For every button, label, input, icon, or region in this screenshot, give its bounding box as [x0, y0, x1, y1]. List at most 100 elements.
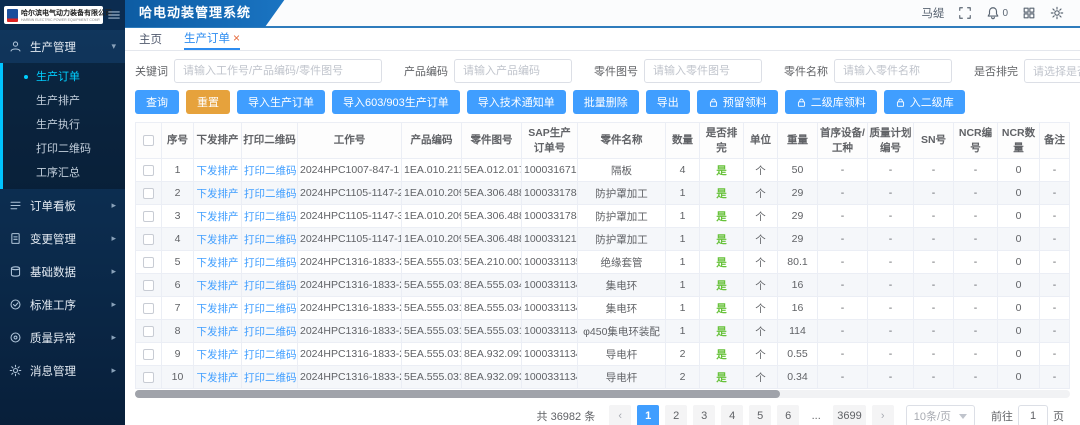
cell-sap-no-cell: 10003311350 — [522, 251, 578, 274]
print-qrcode-link[interactable]: 打印二维码 — [244, 211, 297, 223]
page-size-select[interactable]: 10条/页 — [906, 405, 975, 425]
sidebar-group-message-management[interactable]: 消息管理▸ — [0, 354, 125, 387]
row-checkbox[interactable] — [143, 234, 154, 245]
chevron-down-icon — [959, 414, 967, 419]
current-username[interactable]: 马缇 — [921, 5, 944, 21]
row-checkbox[interactable] — [143, 165, 154, 176]
fullscreen-icon[interactable] — [958, 6, 972, 20]
issue-scheduling-link[interactable]: 下发排产 — [197, 303, 239, 315]
more-pages-icon[interactable]: ... — [805, 405, 827, 425]
export-button[interactable]: 导出 — [646, 90, 690, 114]
cell-ncr-qty-cell: 0 — [998, 182, 1040, 205]
goto-page-input[interactable] — [1018, 405, 1048, 425]
batch-delete-button[interactable]: 批量删除 — [573, 90, 639, 114]
select-all-checkbox[interactable] — [143, 135, 154, 146]
issue-scheduling-link[interactable]: 下发排产 — [197, 257, 239, 269]
sidebar-item-production-execution[interactable]: 生产执行 — [3, 113, 125, 137]
issue-scheduling-link[interactable]: 下发排产 — [197, 280, 239, 292]
row-checkbox[interactable] — [143, 257, 154, 268]
print-qrcode-link[interactable]: 打印二维码 — [244, 165, 297, 177]
part-drawing-no-input[interactable] — [644, 59, 762, 83]
cell-scheduled: 是 — [716, 257, 727, 269]
search-button[interactable]: 查询 — [135, 90, 179, 114]
close-tab-icon[interactable]: × — [233, 31, 240, 45]
print-qrcode-link[interactable]: 打印二维码 — [244, 326, 297, 338]
chevron-right-icon: ▸ — [111, 332, 116, 343]
page-button-2[interactable]: 2 — [665, 405, 687, 425]
reset-button[interactable]: 重置 — [186, 90, 230, 114]
import-603-903-order-button[interactable]: 导入603/903生产订单 — [332, 90, 460, 114]
prev-page-button[interactable]: ‹ — [609, 405, 631, 425]
apps-grid-icon[interactable] — [1022, 6, 1036, 20]
cell-remark: - — [1053, 348, 1057, 360]
cell-sap-no: 10003317841 — [524, 210, 578, 222]
issue-scheduling-link[interactable]: 下发排产 — [197, 211, 239, 223]
horizontal-scrollbar-thumb[interactable] — [135, 390, 780, 398]
print-qrcode-link[interactable]: 打印二维码 — [244, 257, 297, 269]
import-tech-notice-button[interactable]: 导入技术通知单 — [467, 90, 566, 114]
sidebar-group-basic-data[interactable]: 基础数据▸ — [0, 255, 125, 288]
tab-home[interactable]: 主页 — [139, 28, 162, 50]
reserve-material-button[interactable]: 预留领料 — [697, 90, 778, 114]
print-qrcode-link[interactable]: 打印二维码 — [244, 188, 297, 200]
page-button-6[interactable]: 6 — [777, 405, 799, 425]
print-qrcode-link[interactable]: 打印二维码 — [244, 303, 297, 315]
row-checkbox[interactable] — [143, 188, 154, 199]
sidebar-group-quality-exception[interactable]: 质量异常▸ — [0, 321, 125, 354]
print-qrcode-link[interactable]: 打印二维码 — [244, 280, 297, 292]
page-button-1[interactable]: 1 — [637, 405, 659, 425]
cell-sn-no-cell: - — [914, 205, 954, 228]
import-production-order-button[interactable]: 导入生产订单 — [237, 90, 325, 114]
into-secondary-warehouse-button[interactable]: 入二级库 — [884, 90, 965, 114]
issue-scheduling-link[interactable]: 下发排产 — [197, 349, 239, 361]
sidebar-item-production-scheduling[interactable]: 生产排产 — [3, 89, 125, 113]
product-code-input[interactable] — [454, 59, 572, 83]
row-checkbox[interactable] — [143, 349, 154, 360]
issue-scheduling-link[interactable]: 下发排产 — [197, 165, 239, 177]
tab-production-order[interactable]: 生产订单 × — [184, 28, 240, 50]
page-button-last[interactable]: 3699 — [833, 405, 865, 425]
sidebar-menu: 生产管理▾生产订单生产排产生产执行打印二维码工序汇总订单看板▸变更管理▸基础数据… — [0, 30, 125, 387]
row-checkbox[interactable] — [143, 326, 154, 337]
sidebar-item-production-order[interactable]: 生产订单 — [3, 65, 125, 89]
sidebar-group-production-management[interactable]: 生产管理▾ — [0, 30, 125, 63]
part-name-input[interactable] — [834, 59, 952, 83]
issue-scheduling-link[interactable]: 下发排产 — [197, 188, 239, 200]
scheduled-select[interactable]: 请选择是否排完 — [1024, 59, 1080, 83]
sidebar-group-order-board[interactable]: 订单看板▸ — [0, 189, 125, 222]
row-checkbox[interactable] — [143, 280, 154, 291]
row-checkbox[interactable] — [143, 211, 154, 222]
company-logo: 哈尔滨电气动力装备有限公司 HARBIN ELECTRIC POWER EQUI… — [4, 6, 103, 24]
sidebar-item-process-summary[interactable]: 工序汇总 — [3, 161, 125, 185]
collapse-sidebar-icon[interactable] — [107, 8, 121, 22]
row-index: 3 — [175, 210, 181, 222]
page-button-3[interactable]: 3 — [693, 405, 715, 425]
cell-part-no: 8EA.555.0346 — [464, 279, 522, 291]
issue-scheduling-link[interactable]: 下发排产 — [197, 372, 239, 384]
row-checkbox[interactable] — [143, 303, 154, 314]
issue-scheduling-link[interactable]: 下发排产 — [197, 234, 239, 246]
cell-first-equip: - — [841, 325, 845, 337]
notifications-button[interactable]: 0 — [986, 6, 1008, 20]
cell-part-no-cell: 8EA.932.0930 — [462, 343, 522, 366]
cell-part-no-cell: 8EA.932.0931 — [462, 366, 522, 389]
cell-scheduled: 是 — [716, 165, 727, 177]
sidebar-item-print-qrcode[interactable]: 打印二维码 — [3, 137, 125, 161]
issue-scheduling-link[interactable]: 下发排产 — [197, 326, 239, 338]
gear-icon[interactable] — [1050, 6, 1064, 20]
page-button-5[interactable]: 5 — [749, 405, 771, 425]
print-qrcode-link[interactable]: 打印二维码 — [244, 349, 297, 361]
keyword-input[interactable] — [174, 59, 382, 83]
print-qrcode-link-cell: 打印二维码 — [242, 297, 298, 320]
sidebar-group-standard-process[interactable]: 标准工序▸ — [0, 288, 125, 321]
secondary-warehouse-pick-button[interactable]: 二级库领料 — [785, 90, 877, 114]
row-index: 2 — [175, 187, 181, 199]
sidebar-group-label: 变更管理 — [30, 231, 111, 247]
next-page-button[interactable]: › — [872, 405, 894, 425]
print-qrcode-link-cell: 打印二维码 — [242, 159, 298, 182]
page-button-4[interactable]: 4 — [721, 405, 743, 425]
row-checkbox[interactable] — [143, 372, 154, 383]
print-qrcode-link[interactable]: 打印二维码 — [244, 372, 297, 384]
sidebar-group-change-management[interactable]: 变更管理▸ — [0, 222, 125, 255]
print-qrcode-link[interactable]: 打印二维码 — [244, 234, 297, 246]
